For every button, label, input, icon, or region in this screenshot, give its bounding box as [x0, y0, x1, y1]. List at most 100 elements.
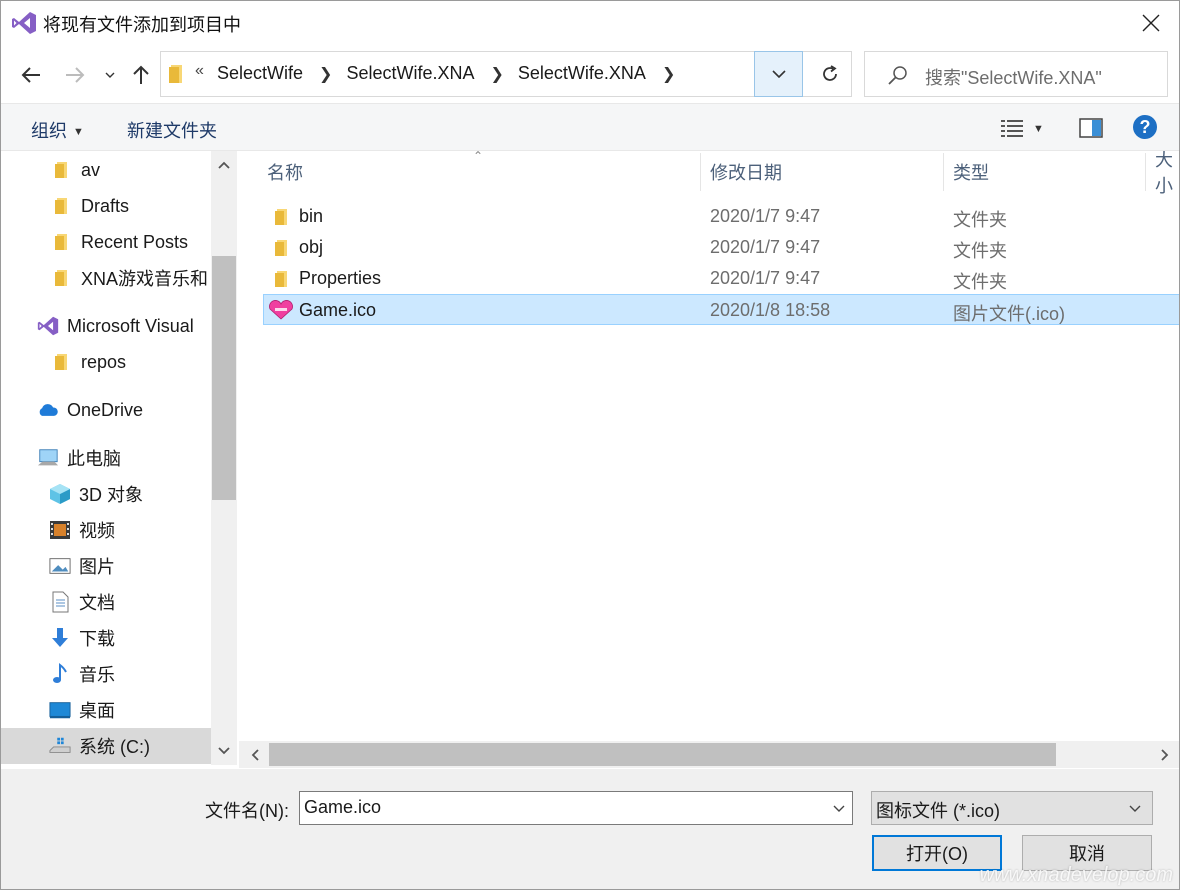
sidebar-item-label: 文档 — [79, 593, 115, 613]
filetype-select[interactable]: 图标文件 (*.ico) — [871, 791, 1153, 825]
sidebar-item-pictures[interactable]: 图片 — [1, 548, 211, 584]
sidebar-item-onedrive[interactable]: OneDrive — [1, 392, 211, 428]
onedrive-icon — [39, 404, 58, 416]
chevron-down-icon — [1129, 805, 1141, 812]
change-view-button[interactable]: ▼ — [1001, 116, 1053, 142]
window-title: 将现有文件添加到项目中 — [43, 15, 241, 35]
desktop-icon — [49, 702, 71, 719]
add-existing-file-dialog: 将现有文件添加到项目中 « SelectWife ❯ SelectWife.XN… — [0, 0, 1180, 890]
address-history-dropdown[interactable] — [754, 51, 803, 97]
sidebar-item-desktop[interactable]: 桌面 — [1, 692, 211, 728]
heart-ico-icon — [269, 300, 293, 320]
chevron-right-icon[interactable]: ❯ — [656, 64, 689, 84]
sidebar-item-music[interactable]: 音乐 — [1, 656, 211, 692]
music-icon — [53, 663, 67, 683]
sidebar-item-label: 3D 对象 — [79, 485, 144, 505]
file-name: Game.ico — [299, 300, 377, 320]
scroll-left-icon[interactable] — [241, 741, 269, 768]
sidebar-scrollbar[interactable] — [211, 151, 237, 765]
filename-input[interactable]: Game.ico — [299, 791, 853, 825]
sidebar-item-system-c[interactable]: 系统 (C:) — [1, 728, 211, 764]
sidebar-item-label: XNA游戏音乐和 — [81, 269, 209, 289]
videos-icon — [50, 521, 70, 539]
sidebar-item-label: 此电脑 — [67, 449, 121, 469]
scrollbar-thumb[interactable] — [269, 743, 1056, 766]
back-button[interactable] — [15, 59, 47, 91]
breadcrumb-item[interactable]: SelectWife.XNA — [346, 63, 484, 84]
column-header-date[interactable]: 修改日期 — [710, 151, 782, 193]
chevron-right-icon[interactable]: ❯ — [313, 64, 346, 84]
organize-menu[interactable]: 组织 ▼ — [31, 117, 84, 143]
sidebar-item-repos[interactable]: repos — [1, 344, 211, 380]
sidebar-item-microsoft-visual[interactable]: Microsoft Visual — [1, 308, 211, 344]
sidebar-item-downloads[interactable]: 下载 — [1, 620, 211, 656]
sidebar-item-drafts[interactable]: Drafts — [1, 188, 211, 224]
sidebar-item-recent-posts[interactable]: Recent Posts — [1, 224, 211, 260]
folder-icon — [55, 270, 67, 286]
address-bar[interactable]: « SelectWife ❯ SelectWife.XNA ❯ SelectWi… — [160, 51, 852, 97]
column-divider[interactable] — [943, 153, 944, 191]
folder-icon — [169, 65, 182, 83]
column-header-type[interactable]: 类型 — [953, 151, 989, 193]
sidebar-item-av[interactable]: av — [1, 152, 211, 188]
sidebar-item-label: 系统 (C:) — [79, 737, 150, 757]
refresh-icon — [823, 65, 837, 81]
sidebar-item-this-pc[interactable]: 此电脑 — [1, 440, 211, 476]
search-input[interactable]: 搜索"SelectWife.XNA" — [864, 51, 1168, 97]
this-pc-icon — [37, 449, 59, 466]
file-date: 2020/1/7 9:47 — [710, 268, 821, 288]
new-folder-button[interactable]: 新建文件夹 — [127, 117, 217, 143]
scroll-right-icon[interactable] — [1151, 741, 1179, 768]
recent-locations-button[interactable] — [95, 59, 125, 91]
sidebar-item-label: OneDrive — [67, 399, 144, 420]
scroll-down-icon[interactable] — [211, 737, 237, 765]
scrollbar-thumb[interactable] — [212, 256, 236, 500]
search-icon — [888, 66, 907, 85]
folder-icon — [55, 354, 67, 370]
documents-icon — [52, 591, 69, 613]
navigation-pane: av Drafts Recent Posts XNA游戏音乐和 Microsof… — [1, 151, 237, 765]
file-name: obj — [299, 237, 324, 257]
forward-button[interactable] — [59, 59, 91, 91]
chevron-right-icon[interactable]: ❯ — [484, 64, 517, 84]
file-row-selected[interactable]: Game.ico 2020/1/8 18:58 图片文件(.ico) — [263, 294, 1179, 325]
close-icon — [1142, 14, 1160, 32]
sidebar-item-label: Drafts — [81, 195, 130, 216]
up-button[interactable] — [125, 59, 157, 91]
command-bar: 组织 ▼ 新建文件夹 ▼ ? — [1, 103, 1179, 151]
file-row[interactable]: obj 2020/1/7 9:47 文件夹 — [263, 232, 1179, 263]
file-list-scrollbar[interactable] — [239, 741, 1179, 768]
breadcrumb-item[interactable]: SelectWife — [217, 63, 313, 84]
file-list: ⌃ 名称 修改日期 类型 大小 bin 2020/1/7 9:47 文件夹 ob… — [239, 151, 1179, 741]
sidebar-item-xna-music[interactable]: XNA游戏音乐和 — [1, 260, 211, 296]
sidebar-item-label: Microsoft Visual — [67, 315, 194, 336]
scroll-up-icon[interactable] — [211, 151, 237, 179]
file-row[interactable]: bin 2020/1/7 9:47 文件夹 — [263, 201, 1179, 232]
refresh-button[interactable] — [809, 52, 851, 96]
column-divider[interactable] — [1145, 153, 1146, 191]
sidebar-item-3d-objects[interactable]: 3D 对象 — [1, 476, 211, 512]
visual-studio-icon — [12, 12, 36, 34]
watermark: www.xnadevelop.com — [979, 864, 1173, 886]
arrow-left-icon — [21, 67, 40, 83]
breadcrumb: SelectWife ❯ SelectWife.XNA ❯ SelectWife… — [217, 63, 689, 84]
file-row[interactable]: Properties 2020/1/7 9:47 文件夹 — [263, 263, 1179, 294]
details-view-icon — [1001, 120, 1023, 137]
column-divider[interactable] — [700, 153, 701, 191]
help-button[interactable]: ? — [1133, 115, 1157, 139]
chevron-down-icon[interactable] — [832, 799, 846, 817]
folder-icon — [55, 198, 67, 214]
breadcrumb-item[interactable]: SelectWife.XNA — [518, 63, 656, 84]
sidebar-item-documents[interactable]: 文档 — [1, 584, 211, 620]
preview-pane-icon[interactable] — [1079, 115, 1103, 141]
column-header-name[interactable]: 名称 — [267, 151, 303, 193]
close-button[interactable] — [1123, 1, 1179, 45]
overflow-chevron[interactable]: « — [195, 62, 204, 80]
visual-studio-icon — [37, 316, 59, 336]
sidebar-item-videos[interactable]: 视频 — [1, 512, 211, 548]
file-name: Properties — [299, 268, 382, 288]
chevron-down-icon — [771, 70, 786, 78]
sidebar-item-label: 图片 — [79, 557, 115, 577]
filename-label: 文件名(N): — [205, 801, 289, 821]
column-header-size[interactable]: 大小 — [1155, 151, 1179, 196]
